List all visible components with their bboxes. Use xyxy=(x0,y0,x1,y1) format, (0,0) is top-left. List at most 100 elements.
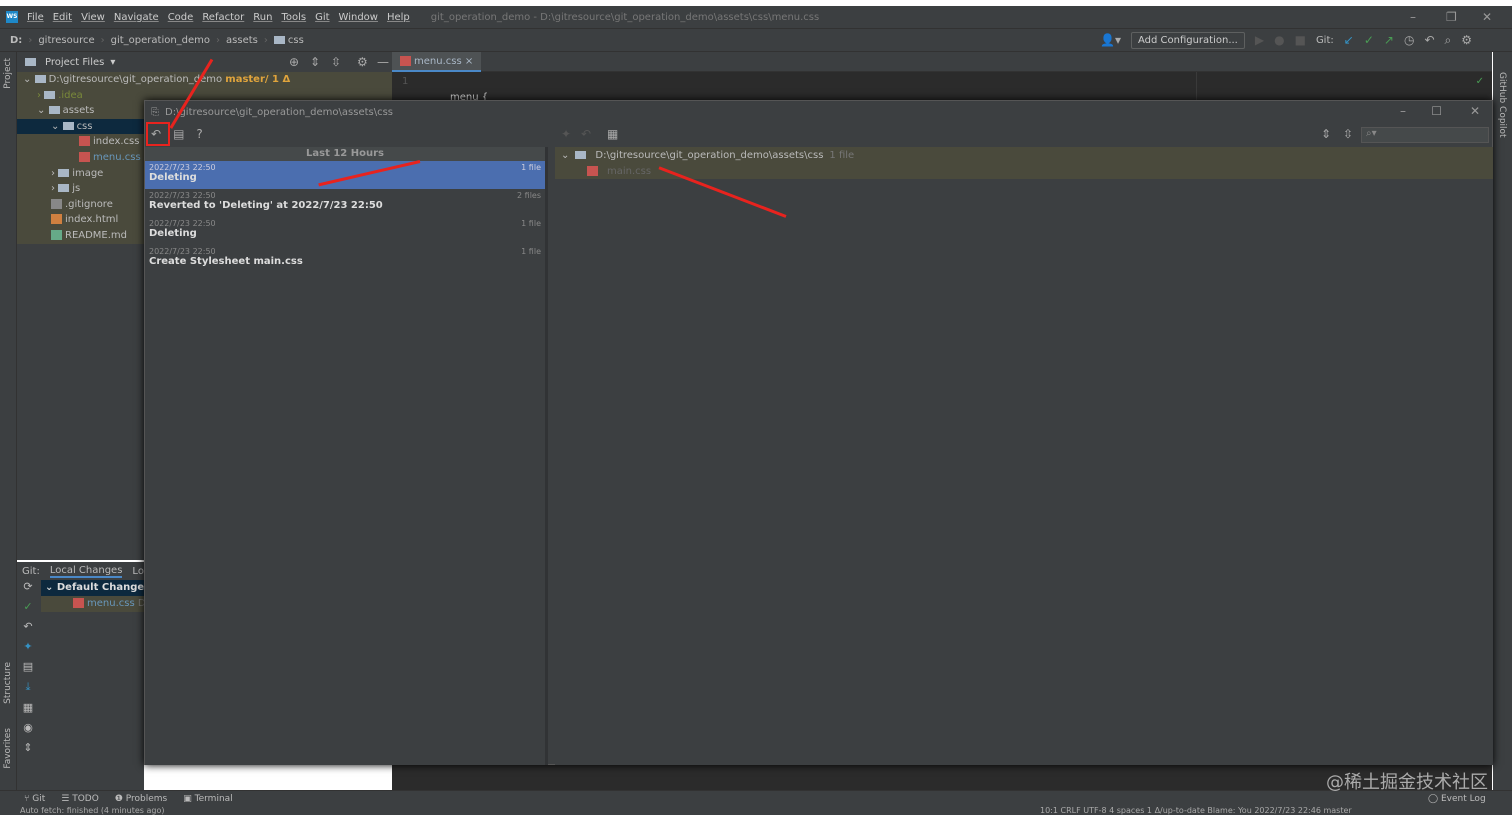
update-icon[interactable]: ⤓ xyxy=(26,680,31,694)
row-title: Deleting xyxy=(149,228,197,239)
collapse-all-icon[interactable]: ⇳ xyxy=(1343,127,1353,141)
project-tool-button[interactable]: Project xyxy=(3,58,13,89)
restore-button[interactable]: ❐ xyxy=(1446,10,1457,24)
file-label: menu.css xyxy=(87,598,135,609)
breadcrumb-project[interactable]: git_operation_demo xyxy=(111,35,210,46)
user-icon[interactable]: 👤▾ xyxy=(1100,33,1121,47)
breadcrumb-assets[interactable]: assets xyxy=(226,35,258,46)
watermark: @稀土掘金技术社区 xyxy=(1326,772,1488,793)
minimize-button[interactable]: – xyxy=(1410,10,1416,24)
dialog-maximize-button[interactable]: ☐ xyxy=(1431,104,1442,118)
breadcrumb-drive[interactable]: D: xyxy=(10,35,22,46)
history-row[interactable]: 2022/7/23 22:50 Deleting 1 file xyxy=(145,217,545,245)
commit-icon[interactable]: ✓ xyxy=(23,600,32,613)
diff-icon[interactable]: ✦ xyxy=(561,127,571,141)
update-icon[interactable]: ↙ xyxy=(1344,33,1354,47)
menu-help[interactable]: Help xyxy=(387,12,410,23)
gear-icon[interactable]: ⚙ xyxy=(357,55,368,69)
folder-count: 1 file xyxy=(829,149,855,161)
github-copilot-tool-button[interactable]: GitHub Copilot xyxy=(1497,72,1507,138)
left-tool-stripe: Project Structure Favorites xyxy=(0,52,17,790)
expand-all-icon[interactable]: ⇕ xyxy=(310,55,320,69)
diff-icon[interactable]: ✦ xyxy=(23,640,32,653)
folder-label: D:\gitresource\git_operation_demo\assets… xyxy=(595,149,824,161)
rollback-icon[interactable]: ↶ xyxy=(1424,33,1434,47)
tool-window-bar: ⑂ Git ☰ TODO ❶ Problems ▣ Terminal ◯ Eve… xyxy=(0,790,1512,806)
row-count: 1 file xyxy=(521,163,541,172)
dialog-close-button[interactable]: ✕ xyxy=(1470,104,1480,118)
group-header: Last 12 Hours xyxy=(145,147,545,161)
rollback-icon[interactable]: ↶ xyxy=(23,620,32,633)
history-row[interactable]: 2022/7/23 22:50 Reverted to 'Deleting' at… xyxy=(145,189,545,217)
hide-icon[interactable]: — xyxy=(377,55,389,69)
menu-git[interactable]: Git xyxy=(315,12,329,23)
push-icon[interactable]: ↗ xyxy=(1384,33,1394,47)
history-icon[interactable]: ◷ xyxy=(1404,33,1414,47)
window-title: git_operation_demo - D:\gitresource\git_… xyxy=(430,11,820,23)
changes-file[interactable]: main.css xyxy=(555,163,1493,179)
search-input[interactable]: ⌕▾ xyxy=(1361,127,1489,143)
menu-file[interactable]: File xyxy=(27,12,44,23)
expand-all-icon[interactable]: ⇕ xyxy=(1321,127,1331,141)
close-button[interactable]: ✕ xyxy=(1482,10,1492,24)
css-file-icon xyxy=(587,166,598,176)
folder-icon xyxy=(273,35,285,44)
event-log-button[interactable]: ◯ Event Log xyxy=(1428,794,1486,804)
menu-edit[interactable]: Edit xyxy=(53,12,72,23)
structure-tool-button[interactable]: Structure xyxy=(3,662,13,704)
collapse-all-icon[interactable]: ⇳ xyxy=(331,55,341,69)
menu-refactor[interactable]: Refactor xyxy=(202,12,244,23)
run-icon[interactable]: ▶ xyxy=(1255,33,1264,47)
add-configuration-button[interactable]: Add Configuration... xyxy=(1130,31,1245,49)
default-changelist[interactable]: ⌄ Default Changelist xyxy=(41,580,144,596)
menu-window[interactable]: Window xyxy=(339,12,378,23)
revert-selection-icon[interactable]: ↶ xyxy=(581,127,591,141)
group-by-icon[interactable]: ▦ xyxy=(23,701,33,714)
todo-tool-button[interactable]: ☰ TODO xyxy=(61,794,99,804)
dialog-minimize-button[interactable]: – xyxy=(1400,104,1406,118)
menu-navigate[interactable]: Navigate xyxy=(114,12,159,23)
tree-label: README.md xyxy=(65,229,128,241)
todo-tool-label: TODO xyxy=(72,793,99,804)
shelve-icon[interactable]: ▤ xyxy=(23,660,33,673)
commit-icon[interactable]: ✓ xyxy=(1364,33,1374,47)
terminal-tool-button[interactable]: ▣ Terminal xyxy=(183,794,232,804)
tree-label: css xyxy=(76,120,93,132)
gear-icon[interactable]: ⚙ xyxy=(1461,33,1472,47)
expand-icon[interactable]: ⇕ xyxy=(23,741,32,754)
row-title: Create Stylesheet main.css xyxy=(149,256,303,267)
refresh-icon[interactable]: ⟳ xyxy=(23,580,32,593)
local-history-dialog: ⎘ D:\gitresource\git_operation_demo\asse… xyxy=(144,100,1493,765)
help-icon[interactable]: ? xyxy=(196,127,202,141)
breadcrumb-css[interactable]: css xyxy=(273,35,304,46)
project-view-selector[interactable]: Project Files xyxy=(45,57,104,68)
tab-menu-css[interactable]: menu.css × xyxy=(392,51,482,72)
menu-tools[interactable]: Tools xyxy=(281,12,306,23)
menu-code[interactable]: Code xyxy=(168,12,194,23)
tree-label: assets xyxy=(62,105,95,117)
breadcrumb-gitresource[interactable]: gitresource xyxy=(38,35,94,46)
status-info[interactable]: 10:1 CRLF UTF-8 4 spaces 1 Δ/up-to-date … xyxy=(1040,806,1352,815)
favorites-tool-button[interactable]: Favorites xyxy=(3,728,13,769)
git-tool-button[interactable]: ⑂ Git xyxy=(24,794,45,804)
stop-icon[interactable]: ■ xyxy=(1295,33,1306,47)
create-patch-icon[interactable]: ▤ xyxy=(173,127,184,141)
changed-file[interactable]: menu.css D: xyxy=(41,596,144,612)
tab-local-changes[interactable]: Local Changes xyxy=(49,565,123,578)
locate-icon[interactable]: ⊕ xyxy=(289,55,299,69)
view-options-icon[interactable]: ◉ xyxy=(23,721,33,734)
tab-log[interactable]: Lo xyxy=(132,566,144,577)
menu-run[interactable]: Run xyxy=(253,12,272,23)
history-row[interactable]: 2022/7/23 22:50 Deleting 1 file xyxy=(145,161,545,189)
app-logo-icon: WS xyxy=(6,11,18,23)
git-label: Git: xyxy=(1315,34,1334,46)
search-icon[interactable]: ⌕ xyxy=(1445,33,1452,48)
changes-tree: ⌄ D:\gitresource\git_operation_demo\asse… xyxy=(555,147,1493,765)
changes-folder[interactable]: ⌄ D:\gitresource\git_operation_demo\asse… xyxy=(555,147,1493,163)
right-tool-stripe: GitHub Copilot xyxy=(1493,52,1512,790)
debug-icon[interactable]: ● xyxy=(1274,33,1284,47)
group-by-icon[interactable]: ▦ xyxy=(607,127,618,141)
history-row[interactable]: 2022/7/23 22:50 Create Stylesheet main.cs… xyxy=(145,245,545,273)
problems-tool-button[interactable]: ❶ Problems xyxy=(115,794,167,804)
menu-view[interactable]: View xyxy=(81,12,105,23)
